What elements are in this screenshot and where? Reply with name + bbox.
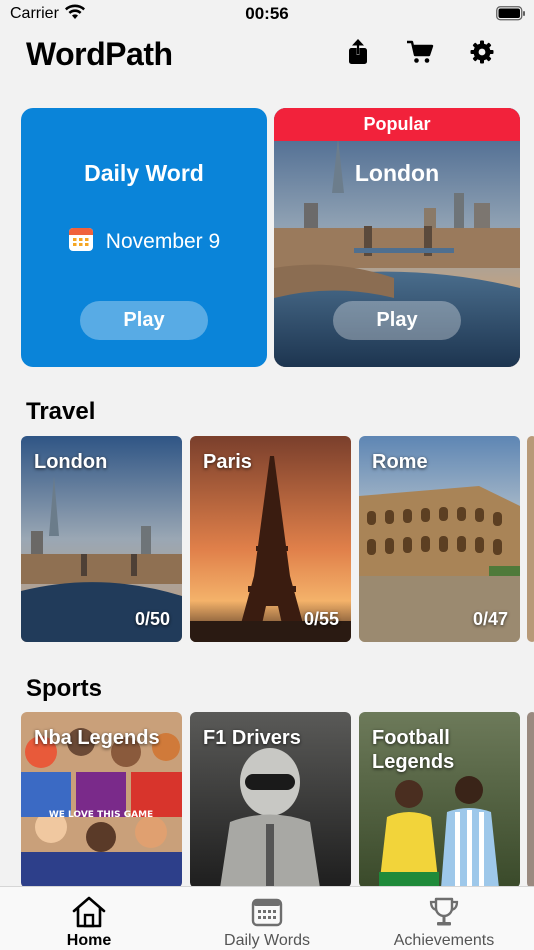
cart-button[interactable] bbox=[406, 40, 434, 68]
travel-next-item-peek[interactable] bbox=[527, 436, 534, 642]
share-icon bbox=[347, 38, 369, 70]
tab-daily-words-label: Daily Words bbox=[224, 932, 310, 949]
daily-word-title: Daily Word bbox=[84, 160, 204, 186]
date-label: November 9 bbox=[105, 230, 221, 253]
sports-next-item-peek[interactable] bbox=[527, 712, 534, 888]
popular-badge: Popular bbox=[274, 108, 520, 141]
daily-word-date: November 9 bbox=[21, 226, 267, 258]
sports-section-title: Sports bbox=[26, 675, 103, 702]
popular-card[interactable]: Popular London Play bbox=[274, 108, 520, 367]
sports-item-f1-drivers[interactable]: F1 Drivers bbox=[190, 712, 351, 888]
sports-item-nba-legends[interactable]: WE LOVE THIS GAME Nba Legends bbox=[21, 712, 182, 888]
poster-text: WE LOVE THIS GAME bbox=[49, 810, 153, 820]
battery-icon bbox=[496, 6, 526, 26]
tile-title: London bbox=[34, 451, 108, 473]
tab-achievements-label: Achievements bbox=[393, 932, 495, 949]
status-bar: Carrier 00:56 bbox=[0, 0, 534, 30]
tab-daily-words[interactable]: Daily Words bbox=[212, 887, 322, 950]
status-time: 00:56 bbox=[245, 4, 289, 23]
tile-title: Nba Legends bbox=[34, 727, 160, 749]
gear-icon bbox=[470, 40, 494, 69]
tab-achievements[interactable]: Achievements bbox=[384, 887, 504, 950]
tile-title: Paris bbox=[203, 451, 252, 473]
tab-home-label: Home bbox=[66, 932, 112, 949]
app-header: WordPath bbox=[0, 30, 534, 82]
sports-item-football-legends[interactable]: Football Legends bbox=[359, 712, 520, 888]
tile-progress: 0/47 bbox=[472, 609, 508, 629]
home-icon bbox=[71, 895, 107, 929]
tile-progress: 0/55 bbox=[303, 609, 339, 629]
daily-play-button[interactable]: Play bbox=[80, 301, 208, 340]
settings-button[interactable] bbox=[468, 40, 496, 68]
daily-word-card[interactable]: Daily Word November 9 Play bbox=[21, 108, 267, 367]
tab-home[interactable]: Home bbox=[44, 887, 134, 950]
tile-title: Rome bbox=[372, 451, 428, 473]
popular-play-button[interactable]: Play bbox=[333, 301, 461, 340]
tab-bar: Home Daily Words Achievements bbox=[0, 886, 534, 950]
travel-item-london[interactable]: London 0/50 bbox=[21, 436, 182, 642]
app-title: WordPath bbox=[26, 36, 173, 72]
share-button[interactable] bbox=[344, 38, 372, 70]
travel-item-rome[interactable]: Rome 0/47 bbox=[359, 436, 520, 642]
calendar-icon bbox=[68, 226, 94, 258]
travel-section-title: Travel bbox=[26, 398, 96, 425]
travel-item-paris[interactable]: Paris 0/55 bbox=[190, 436, 351, 642]
cart-icon bbox=[406, 40, 434, 69]
tile-title: F1 Drivers bbox=[203, 727, 301, 749]
popular-card-title: London bbox=[354, 160, 440, 186]
trophy-icon bbox=[428, 895, 460, 929]
tile-progress: 0/50 bbox=[134, 609, 170, 629]
calendar-icon bbox=[251, 895, 283, 929]
tile-title: Football Legends bbox=[372, 727, 455, 773]
